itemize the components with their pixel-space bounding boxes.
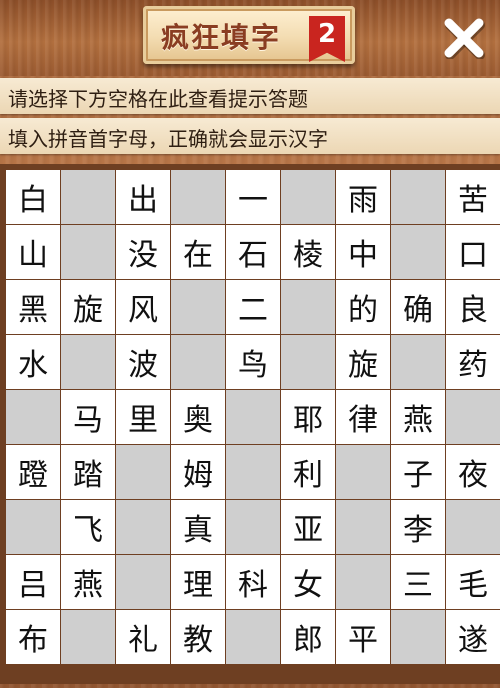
grid-cell: 中 <box>336 225 390 279</box>
grid-cell: 蹬 <box>6 445 60 499</box>
grid-cell: 一 <box>226 170 280 224</box>
grid-cell: 飞 <box>61 500 115 554</box>
close-icon <box>444 18 485 59</box>
grid-cell-empty[interactable] <box>61 225 115 279</box>
grid-cell: 药 <box>446 335 500 389</box>
grid-cell: 夜 <box>446 445 500 499</box>
grid-cell: 出 <box>116 170 170 224</box>
level-badge-number: 2 <box>317 19 337 49</box>
grid-cell-empty[interactable] <box>61 610 115 664</box>
grid-cell: 马 <box>61 390 115 444</box>
grid-cell-empty[interactable] <box>61 170 115 224</box>
top-bar: 疯狂填字 2 <box>0 0 500 76</box>
grid-cell: 亚 <box>281 500 335 554</box>
grid-cell: 真 <box>171 500 225 554</box>
grid-cell: 旋 <box>61 280 115 334</box>
grid-cell: 燕 <box>61 555 115 609</box>
grid-cell-empty[interactable] <box>116 445 170 499</box>
hint-bar-1: 请选择下方空格在此查看提示答题 <box>0 78 500 114</box>
grid-cell-empty[interactable] <box>446 390 500 444</box>
grid-cell-empty[interactable] <box>6 500 60 554</box>
grid-cell-empty[interactable] <box>171 280 225 334</box>
hint-bar-2: 填入拼音首字母，正确就会显示汉字 <box>0 118 500 154</box>
grid-cell: 白 <box>6 170 60 224</box>
grid-cell-empty[interactable] <box>391 170 445 224</box>
grid-cell: 口 <box>446 225 500 279</box>
grid-cell: 确 <box>391 280 445 334</box>
grid-cell-empty[interactable] <box>336 500 390 554</box>
grid-cell: 郎 <box>281 610 335 664</box>
grid-cell: 黑 <box>6 280 60 334</box>
grid-cell: 女 <box>281 555 335 609</box>
grid-cell-empty[interactable] <box>61 335 115 389</box>
grid-cell-empty[interactable] <box>116 500 170 554</box>
grid-cell: 礼 <box>116 610 170 664</box>
grid-cell-empty[interactable] <box>171 335 225 389</box>
crossword-grid: 白出一雨苦山没在石棱中口黑旋风二的确良水波鸟旋药马里奥耶律燕蹬踏姆利子夜飞真亚李… <box>0 164 500 684</box>
grid-cell: 三 <box>391 555 445 609</box>
grid-cell: 燕 <box>391 390 445 444</box>
grid-cell: 李 <box>391 500 445 554</box>
grid-cell: 教 <box>171 610 225 664</box>
grid-cell: 水 <box>6 335 60 389</box>
grid-cell-empty[interactable] <box>391 225 445 279</box>
hint-text-1: 请选择下方空格在此查看提示答题 <box>8 87 308 111</box>
grid-cell: 旋 <box>336 335 390 389</box>
grid-cell: 没 <box>116 225 170 279</box>
grid-cell: 利 <box>281 445 335 499</box>
grid-cell: 二 <box>226 280 280 334</box>
grid-cell: 律 <box>336 390 390 444</box>
grid-cell: 耶 <box>281 390 335 444</box>
grid-cell-empty[interactable] <box>226 500 280 554</box>
grid-cell-empty[interactable] <box>446 500 500 554</box>
grid-cell: 鸟 <box>226 335 280 389</box>
grid-cell: 毛 <box>446 555 500 609</box>
grid-cell: 吕 <box>6 555 60 609</box>
grid-cell: 雨 <box>336 170 390 224</box>
grid-cell: 风 <box>116 280 170 334</box>
grid-cell: 姆 <box>171 445 225 499</box>
grid-cell-empty[interactable] <box>336 555 390 609</box>
grid-cell-empty[interactable] <box>281 170 335 224</box>
game-title-plate: 疯狂填字 2 <box>143 6 355 64</box>
grid-cell-empty[interactable] <box>281 280 335 334</box>
grid-cell-empty[interactable] <box>391 335 445 389</box>
grid-cell: 的 <box>336 280 390 334</box>
grid-cell: 石 <box>226 225 280 279</box>
grid-cell: 理 <box>171 555 225 609</box>
grid-cell: 里 <box>116 390 170 444</box>
grid-cell: 平 <box>336 610 390 664</box>
grid-cell: 苦 <box>446 170 500 224</box>
grid-cell: 波 <box>116 335 170 389</box>
grid-cell-empty[interactable] <box>226 610 280 664</box>
grid-cell: 山 <box>6 225 60 279</box>
close-button[interactable] <box>436 10 492 66</box>
game-title: 疯狂填字 <box>161 21 282 54</box>
grid-cell: 遂 <box>446 610 500 664</box>
grid-cell-empty[interactable] <box>281 335 335 389</box>
grid-cell: 子 <box>391 445 445 499</box>
grid-cell: 良 <box>446 280 500 334</box>
grid-cell: 奥 <box>171 390 225 444</box>
grid-cell: 在 <box>171 225 225 279</box>
grid-cell-empty[interactable] <box>116 555 170 609</box>
level-badge: 2 <box>309 16 345 62</box>
grid-cell-empty[interactable] <box>6 390 60 444</box>
grid-cell-empty[interactable] <box>226 445 280 499</box>
grid-cell: 踏 <box>61 445 115 499</box>
grid-cell-empty[interactable] <box>171 170 225 224</box>
grid-cell-empty[interactable] <box>226 390 280 444</box>
grid-cell-empty[interactable] <box>391 610 445 664</box>
grid-cell: 科 <box>226 555 280 609</box>
grid-cell: 棱 <box>281 225 335 279</box>
grid-cell: 布 <box>6 610 60 664</box>
hint-text-2: 填入拼音首字母，正确就会显示汉字 <box>8 127 328 151</box>
grid-cell-empty[interactable] <box>336 445 390 499</box>
